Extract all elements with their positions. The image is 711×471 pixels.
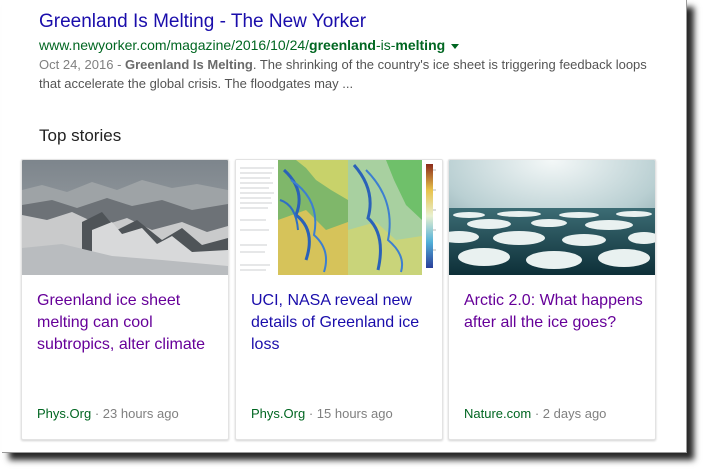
story-thumbnail-sea-ice [449,160,655,275]
story-source-1: Phys.Org [37,406,92,421]
story-card-3[interactable]: Arctic 2.0: What happens after all the i… [448,159,656,440]
result-snippet: Oct 24, 2016 - Greenland Is Melting. The… [39,55,649,93]
story-meta-1: Phys.Org · 23 hours ago [37,406,179,421]
result-url-prefix: www.newyorker.com/magazine/2016/10/24/ [39,37,310,53]
story-title-1[interactable]: Greenland ice sheet melting can cool sub… [37,290,217,356]
result-url-bold-greenland: greenland [309,37,376,53]
story-separator-3: · [534,406,540,421]
top-stories-heading: Top stories [39,126,122,145]
story-meta-2: Phys.Org · 15 hours ago [251,406,393,421]
result-snippet-bold: Greenland Is Melting [125,57,253,72]
story-title-2[interactable]: UCI, NASA reveal new details of Greenlan… [251,290,431,356]
story-title-3[interactable]: Arctic 2.0: What happens after all the i… [464,290,644,334]
story-source-3: Nature.com [464,406,532,421]
story-source-2: Phys.Org [251,406,306,421]
result-title-link[interactable]: Greenland Is Melting - The New Yorker [39,10,366,34]
story-meta-3: Nature.com · 2 days ago [464,406,606,421]
search-result: Greenland Is Melting - The New Yorker ww… [39,10,649,93]
story-time-1: 23 hours ago [102,406,179,421]
story-card-1[interactable]: Greenland ice sheet melting can cool sub… [21,159,229,440]
result-url: www.newyorker.com/magazine/2016/10/24/gr… [39,35,649,55]
story-thumbnail-ice-map [236,160,442,275]
story-separator-1: · [94,406,100,421]
dropdown-caret-icon[interactable] [451,43,460,49]
result-url-bold-melting: melting [395,37,446,53]
story-card-2[interactable]: UCI, NASA reveal new details of Greenlan… [235,159,443,440]
story-time-3: 2 days ago [542,406,607,421]
result-date: Oct 24, 2016 [39,57,114,72]
story-separator-2: · [308,406,314,421]
screenshot-frame: Greenland Is Melting - The New Yorker ww… [2,0,687,453]
story-thumbnail-mountains [22,160,228,275]
story-time-2: 15 hours ago [316,406,393,421]
result-date-separator: - [113,57,126,72]
result-url-mid: -is- [375,37,396,53]
